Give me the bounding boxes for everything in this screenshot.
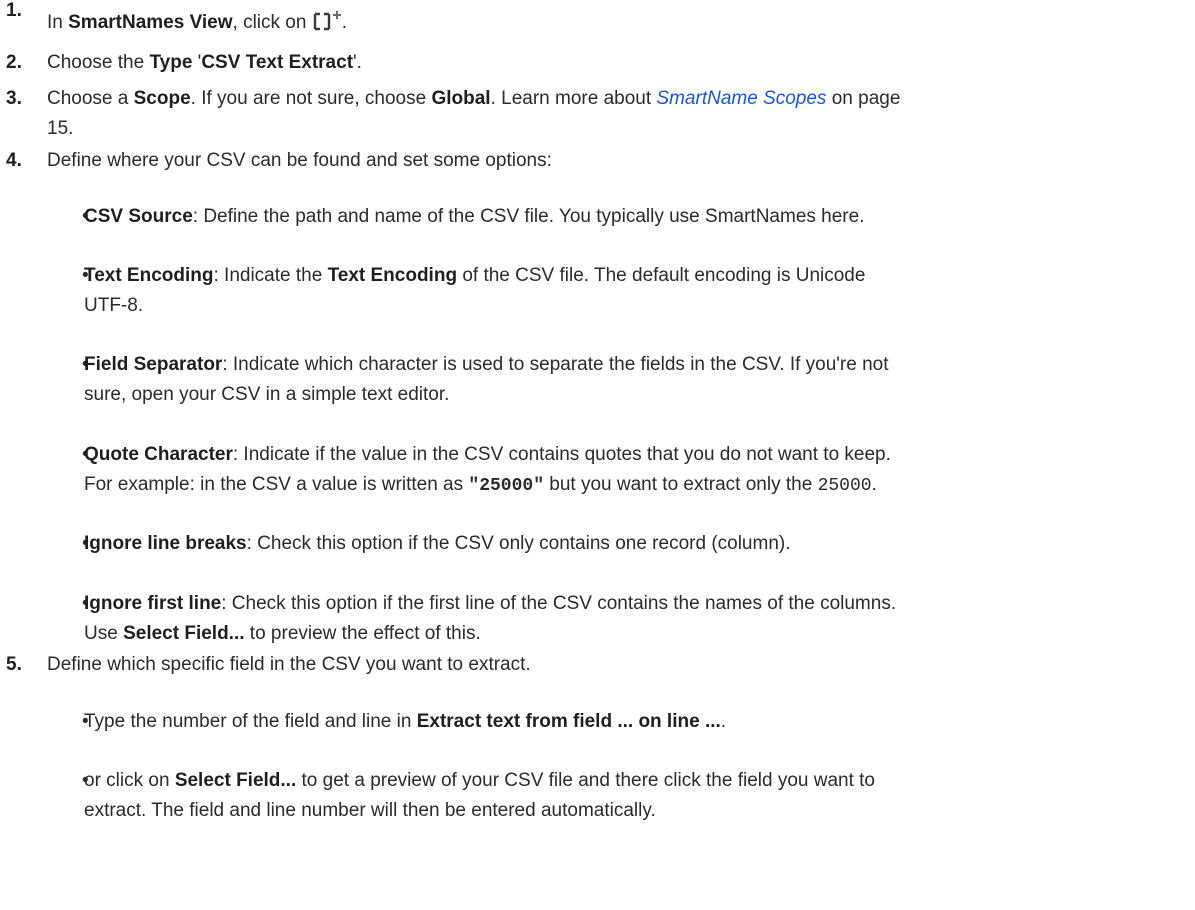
step-number: 3. bbox=[6, 88, 22, 109]
smartname-scopes-link[interactable]: SmartName Scopes bbox=[656, 88, 826, 109]
insert-smartname-icon bbox=[312, 10, 342, 32]
step-text: In SmartNames View, click on . bbox=[47, 10, 348, 33]
step-number: 1. bbox=[6, 0, 22, 21]
step-text: Choose a Scope. If you are not sure, cho… bbox=[47, 88, 901, 139]
document-page: 1. In SmartNames View, click on . 2. Cho… bbox=[0, 0, 1195, 910]
step-text: Choose the Type 'CSV Text Extract'. bbox=[47, 52, 362, 73]
step-number: 2. bbox=[6, 52, 22, 73]
step-text: Define where your CSV can be found and s… bbox=[47, 150, 552, 171]
ui-name: SmartNames View bbox=[68, 12, 233, 33]
code-quoted-value: "25000" bbox=[468, 476, 545, 496]
code-value: 25000 bbox=[817, 476, 872, 496]
step-number: 5. bbox=[6, 654, 22, 675]
step-text: Define which specific field in the CSV y… bbox=[47, 654, 531, 675]
step-number: 4. bbox=[6, 150, 22, 171]
